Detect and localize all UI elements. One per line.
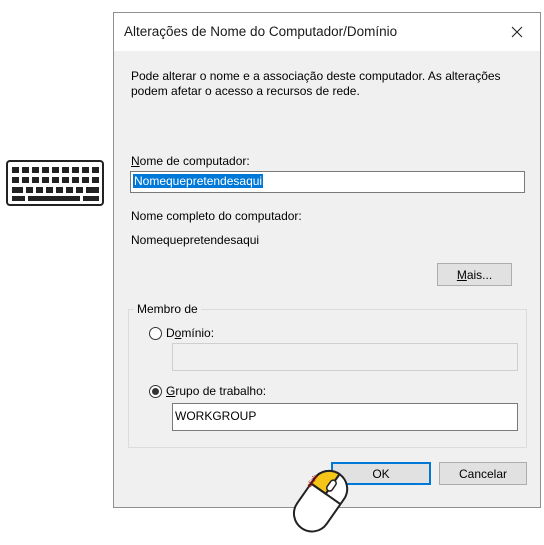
dialog-title: Alterações de Nome do Computador/Domínio [124, 24, 398, 39]
full-computer-name-value: Nomequepretendesaqui [131, 233, 260, 247]
workgroup-label: Grupo de trabalho: [166, 384, 267, 398]
mouse-icon: click [280, 462, 360, 545]
workgroup-radio[interactable] [149, 385, 162, 398]
radio-selected-dot [152, 388, 159, 395]
dialog-description: Pode alterar o nome e a associação deste… [131, 69, 501, 98]
member-of-label: Membro de [134, 302, 201, 316]
workgroup-input[interactable]: WORKGROUP [172, 403, 518, 431]
keyboard-icon [2, 158, 108, 213]
domain-input[interactable] [172, 343, 518, 371]
more-button[interactable]: Mais... [437, 263, 512, 286]
cancel-button[interactable]: Cancelar [439, 462, 527, 485]
close-button[interactable] [494, 13, 540, 51]
domain-radio[interactable] [149, 327, 162, 340]
computer-name-label: Nome de computador: [131, 154, 250, 168]
computer-name-value: Nomequepretendesaqui [133, 174, 264, 188]
full-computer-name-label: Nome completo do computador: [131, 209, 302, 223]
workgroup-value: WORKGROUP [175, 409, 257, 423]
computer-name-input[interactable]: Nomequepretendesaqui [130, 171, 525, 193]
title-bar: Alterações de Nome do Computador/Domínio [114, 13, 540, 51]
domain-label: Domínio: [166, 326, 215, 340]
computer-name-dialog: Alterações de Nome do Computador/Domínio… [113, 12, 541, 508]
close-icon [511, 26, 523, 38]
